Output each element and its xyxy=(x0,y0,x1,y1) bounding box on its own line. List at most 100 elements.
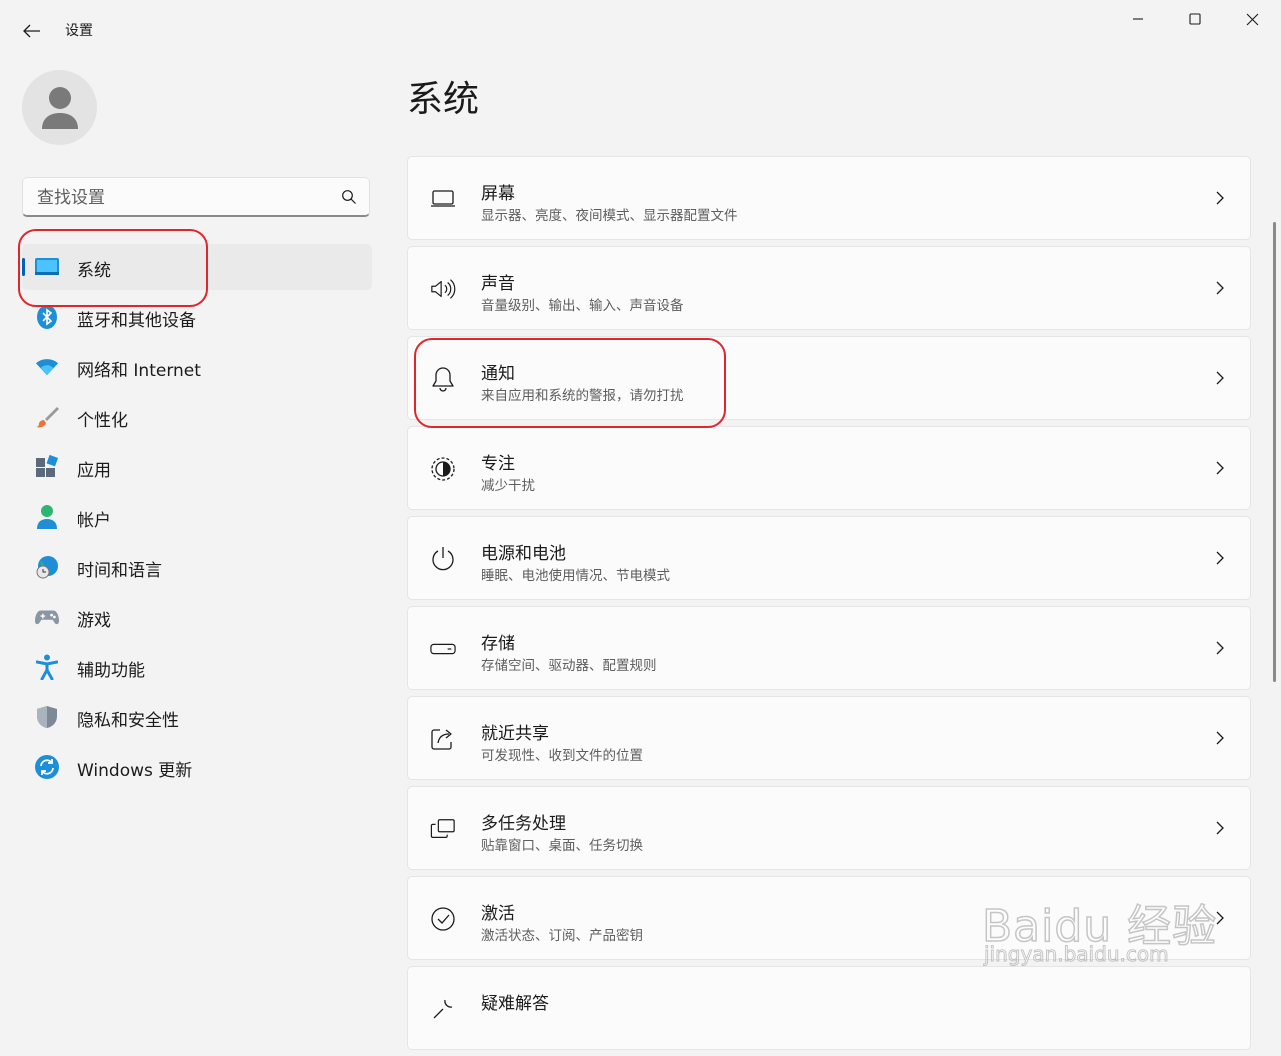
card-nearby-sharing[interactable]: 就近共享 可发现性、收到文件的位置 xyxy=(407,696,1251,780)
back-arrow-icon xyxy=(23,24,40,38)
person-icon xyxy=(41,86,78,129)
sidebar-item-time-language[interactable]: 时间和语言 xyxy=(22,544,372,590)
sidebar-item-label: 帐户 xyxy=(77,511,111,531)
chevron-right-icon xyxy=(1216,821,1224,835)
content-scrollbar[interactable] xyxy=(1273,222,1276,682)
storage-drive-icon xyxy=(430,636,456,662)
card-title: 专注 xyxy=(481,454,515,474)
sidebar-item-label: 时间和语言 xyxy=(77,561,162,581)
multitasking-icon xyxy=(430,816,456,842)
card-title: 声音 xyxy=(481,274,515,294)
sidebar-item-accounts[interactable]: 帐户 xyxy=(22,494,372,540)
card-subtitle: 可发现性、收到文件的位置 xyxy=(481,748,643,764)
title-bar: 设置 xyxy=(0,0,1281,56)
page-title: 系统 xyxy=(407,79,480,120)
back-button[interactable] xyxy=(14,14,50,48)
card-focus[interactable]: 专注 减少干扰 xyxy=(407,426,1251,510)
card-subtitle: 音量级别、输出、输入、声音设备 xyxy=(481,298,684,314)
close-button[interactable] xyxy=(1224,0,1280,38)
card-subtitle: 减少干扰 xyxy=(481,478,535,494)
card-power-battery[interactable]: 电源和电池 睡眠、电池使用情况、节电模式 xyxy=(407,516,1251,600)
sidebar-item-windows-update[interactable]: Windows 更新 xyxy=(22,744,372,790)
apps-icon xyxy=(35,455,59,479)
sidebar-nav: 系统 蓝牙和其他设备 网络和 Internet 个性化 应用 帐户 时间和语言 … xyxy=(22,244,372,794)
accessibility-icon xyxy=(35,654,59,680)
card-title: 激活 xyxy=(481,904,515,924)
power-icon xyxy=(430,546,456,572)
sidebar-item-apps[interactable]: 应用 xyxy=(22,444,372,490)
sidebar-item-accessibility[interactable]: 辅助功能 xyxy=(22,644,372,690)
chevron-right-icon xyxy=(1216,461,1224,475)
account-icon xyxy=(35,505,59,529)
chevron-right-icon xyxy=(1216,731,1224,745)
update-icon xyxy=(35,755,59,779)
card-sound[interactable]: 声音 音量级别、输出、输入、声音设备 xyxy=(407,246,1251,330)
focus-icon xyxy=(430,456,456,482)
sidebar-item-label: 网络和 Internet xyxy=(77,361,201,381)
sidebar-item-label: 系统 xyxy=(77,261,111,281)
card-title: 屏幕 xyxy=(481,184,515,204)
card-title: 疑难解答 xyxy=(481,994,549,1014)
sidebar-item-label: 应用 xyxy=(77,461,111,481)
monitor-icon xyxy=(35,255,59,279)
speaker-icon xyxy=(430,276,456,302)
card-subtitle: 显示器、亮度、夜间模式、显示器配置文件 xyxy=(481,208,738,224)
card-troubleshoot[interactable]: 疑难解答 xyxy=(407,966,1251,1050)
minimize-icon xyxy=(1133,18,1143,20)
check-circle-icon xyxy=(430,906,456,932)
close-icon xyxy=(1246,13,1258,25)
share-icon xyxy=(430,726,456,752)
search-icon[interactable] xyxy=(341,189,357,205)
user-avatar[interactable] xyxy=(22,70,97,145)
card-title: 电源和电池 xyxy=(481,544,566,564)
card-subtitle: 贴靠窗口、桌面、任务切换 xyxy=(481,838,643,854)
wifi-icon xyxy=(35,355,59,379)
sidebar-item-privacy[interactable]: 隐私和安全性 xyxy=(22,694,372,740)
selection-indicator xyxy=(22,258,25,276)
card-subtitle: 来自应用和系统的警报，请勿打扰 xyxy=(481,388,684,404)
maximize-button[interactable] xyxy=(1167,0,1223,38)
search-input[interactable] xyxy=(35,184,339,212)
card-title: 多任务处理 xyxy=(481,814,566,834)
card-title: 存储 xyxy=(481,634,515,654)
card-title: 通知 xyxy=(481,364,515,384)
chevron-right-icon xyxy=(1216,371,1224,385)
sidebar-item-label: 蓝牙和其他设备 xyxy=(77,311,196,331)
sidebar-item-label: Windows 更新 xyxy=(77,761,193,781)
sidebar-item-personalization[interactable]: 个性化 xyxy=(22,394,372,440)
card-subtitle: 激活状态、订阅、产品密钥 xyxy=(481,928,643,944)
baidu-jingyan-watermark: Baidu 经验 jingyan.baidu.com xyxy=(981,868,1217,978)
settings-search-box[interactable] xyxy=(22,177,370,217)
minimize-button[interactable] xyxy=(1110,0,1166,38)
chevron-right-icon xyxy=(1216,551,1224,565)
card-title: 就近共享 xyxy=(481,724,549,744)
card-multitasking[interactable]: 多任务处理 贴靠窗口、桌面、任务切换 xyxy=(407,786,1251,870)
bluetooth-icon xyxy=(35,305,59,329)
sidebar-item-label: 辅助功能 xyxy=(77,661,145,681)
sidebar-item-label: 隐私和安全性 xyxy=(77,711,179,731)
sidebar-item-system[interactable]: 系统 xyxy=(22,244,372,290)
globe-clock-icon xyxy=(35,555,59,579)
gamepad-icon xyxy=(35,605,59,629)
sidebar-item-label: 游戏 xyxy=(77,611,111,631)
card-notifications[interactable]: 通知 来自应用和系统的警报，请勿打扰 xyxy=(407,336,1251,420)
card-storage[interactable]: 存储 存储空间、驱动器、配置规则 xyxy=(407,606,1251,690)
app-title: 设置 xyxy=(65,23,93,39)
maximize-icon xyxy=(1189,13,1201,25)
sidebar-item-gaming[interactable]: 游戏 xyxy=(22,594,372,640)
bell-icon xyxy=(430,366,456,392)
watermark-url: jingyan.baidu.com xyxy=(984,942,1170,967)
display-icon xyxy=(430,186,456,212)
sidebar-item-bluetooth[interactable]: 蓝牙和其他设备 xyxy=(22,294,372,340)
card-subtitle: 睡眠、电池使用情况、节电模式 xyxy=(481,568,670,584)
sidebar-item-network[interactable]: 网络和 Internet xyxy=(22,344,372,390)
settings-window: 设置 系统 xyxy=(0,0,1281,1050)
shield-icon xyxy=(35,705,59,729)
sidebar-item-label: 个性化 xyxy=(77,411,128,431)
card-display[interactable]: 屏幕 显示器、亮度、夜间模式、显示器配置文件 xyxy=(407,156,1251,240)
paintbrush-icon xyxy=(35,405,59,429)
card-subtitle: 存储空间、驱动器、配置规则 xyxy=(481,658,657,674)
chevron-right-icon xyxy=(1216,191,1224,205)
chevron-right-icon xyxy=(1216,281,1224,295)
chevron-right-icon xyxy=(1216,641,1224,655)
